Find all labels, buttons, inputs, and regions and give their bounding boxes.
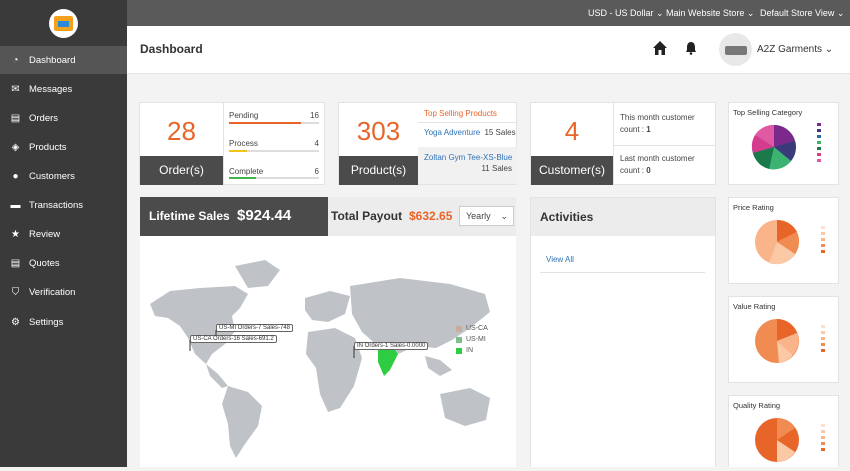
top-bar: USD - US Dollar ⌄ Main Website Store ⌄ D… (127, 0, 850, 26)
chart-title: Value Rating (733, 302, 776, 311)
sidebar-item-label: Verification (29, 286, 76, 298)
sidebar-item-products[interactable]: ◈ Products (0, 133, 127, 161)
envelope-icon: ✉ (11, 83, 20, 95)
store-logo[interactable] (49, 9, 78, 38)
gear-icon: ⚙ (11, 316, 20, 328)
products-card: 303 Product(s) Top Selling Products Yoga… (338, 102, 517, 185)
sidebar-item-label: Messages (29, 83, 73, 95)
chart-title: Top Selling Category (733, 108, 803, 117)
activities-title: Activities (540, 210, 594, 224)
sidebar-item-label: Orders (29, 112, 59, 124)
customers-label[interactable]: Customer(s) (531, 156, 613, 185)
top-selling-category-chart: Top Selling Category (728, 102, 839, 185)
last-month-customers: Last month customer count : 0 (620, 154, 695, 175)
sidebar: ◔ Dashboard ✉ Messages ▤ Orders ◈ Produc… (0, 0, 127, 467)
list-icon: ▤ (10, 257, 21, 269)
sidebar-item-review[interactable]: ★ Review (0, 220, 127, 248)
sidebar-item-label: Products (29, 141, 67, 153)
star-icon: ★ (11, 228, 20, 240)
orders-card: 28 Order(s) Pending 16 Process 4 Complet… (139, 102, 325, 185)
total-payout-panel: Total Payout $632.65 Yearly ⌄ (328, 197, 516, 236)
list-icon: ▤ (10, 112, 21, 124)
products-count: 303 (356, 116, 401, 146)
pending-progress (229, 122, 301, 124)
orders-label[interactable]: Order(s) (140, 156, 223, 185)
legend-item: US-MI (456, 336, 486, 343)
process-progress (229, 150, 247, 152)
top-product-link[interactable]: Zoltan Gym Tee-XS-Blue (424, 153, 512, 162)
sidebar-item-label: Settings (29, 316, 64, 328)
sidebar-item-label: Review (29, 228, 61, 240)
product-sales: 11 Sales (481, 164, 512, 173)
sidebar-item-quotes[interactable]: ▤ Quotes (0, 249, 127, 277)
status-pending: Pending 16 (229, 111, 319, 120)
value-rating-chart: Value Rating (728, 296, 839, 383)
sidebar-item-label: Quotes (29, 257, 60, 269)
lifetime-sales-panel: Lifetime Sales $924.44 (140, 197, 328, 236)
top-product-link[interactable]: Yoga Adventure 15 Sales (424, 128, 516, 137)
account-menu[interactable]: A2Z Garments ⌄ (757, 44, 833, 55)
view-switcher[interactable]: Default Store View ⌄ (760, 8, 844, 19)
view-all-link[interactable]: View All (546, 255, 574, 264)
sidebar-item-label: Customers (29, 170, 75, 182)
card-icon: ▬ (10, 199, 21, 211)
sidebar-item-messages[interactable]: ✉ Messages (0, 75, 127, 103)
shield-icon: ⛉ (11, 286, 20, 298)
period-select[interactable]: Yearly ⌄ (459, 206, 514, 226)
complete-progress (229, 177, 256, 179)
sidebar-item-settings[interactable]: ⚙ Settings (0, 308, 127, 336)
activities-panel: Activities View All (530, 197, 716, 467)
status-process: Process 4 (229, 139, 319, 148)
sidebar-item-label: Transactions (29, 199, 84, 211)
home-icon[interactable] (652, 40, 668, 56)
sidebar-item-orders[interactable]: ▤ Orders (0, 104, 127, 132)
sales-map: US-MI Orders-7 Sales-748 US-CA Orders-16… (140, 236, 516, 467)
map-tooltip: IN Orders-1 Sales-0.0000 (354, 342, 429, 350)
sidebar-item-transactions[interactable]: ▬ Transactions (0, 191, 127, 219)
price-rating-chart: Price Rating (728, 197, 839, 284)
dashboard-icon: ◔ (12, 54, 19, 66)
orders-count: 28 (167, 116, 196, 146)
box-icon: ◈ (11, 141, 20, 153)
store-switcher[interactable]: Main Website Store ⌄ (666, 8, 754, 19)
page-header: Dashboard A2Z Garments ⌄ (127, 26, 850, 74)
map-tooltip: US-CA Orders-16 Sales-691.2 (190, 335, 277, 343)
map-tooltip: US-MI Orders-7 Sales-748 (216, 324, 294, 332)
status-complete: Complete 6 (229, 167, 319, 176)
legend-item: US-CA (456, 325, 488, 332)
avatar[interactable] (719, 33, 752, 66)
top-selling-products-title: Top Selling Products (418, 103, 517, 123)
quality-rating-chart: Quality Rating (728, 395, 839, 467)
this-month-customers: This month customer count : 1 (620, 113, 695, 134)
page-title: Dashboard (140, 42, 203, 56)
customers-card: 4 Customer(s) This month customer count … (530, 102, 716, 185)
user-icon: ● (12, 170, 19, 182)
chart-title: Quality Rating (733, 401, 781, 410)
sidebar-item-label: Dashboard (29, 54, 76, 66)
india-region[interactable] (378, 346, 398, 376)
chart-title: Price Rating (733, 203, 774, 212)
customers-count: 4 (564, 116, 580, 146)
legend-item: IN (456, 347, 473, 354)
sidebar-item-verification[interactable]: ⛉ Verification (0, 278, 127, 306)
currency-switcher[interactable]: USD - US Dollar ⌄ (588, 8, 664, 19)
sidebar-item-dashboard[interactable]: ◔ Dashboard (0, 46, 127, 74)
bell-icon[interactable] (685, 41, 697, 55)
products-label[interactable]: Product(s) (339, 156, 418, 185)
sidebar-item-customers[interactable]: ● Customers (0, 162, 127, 190)
